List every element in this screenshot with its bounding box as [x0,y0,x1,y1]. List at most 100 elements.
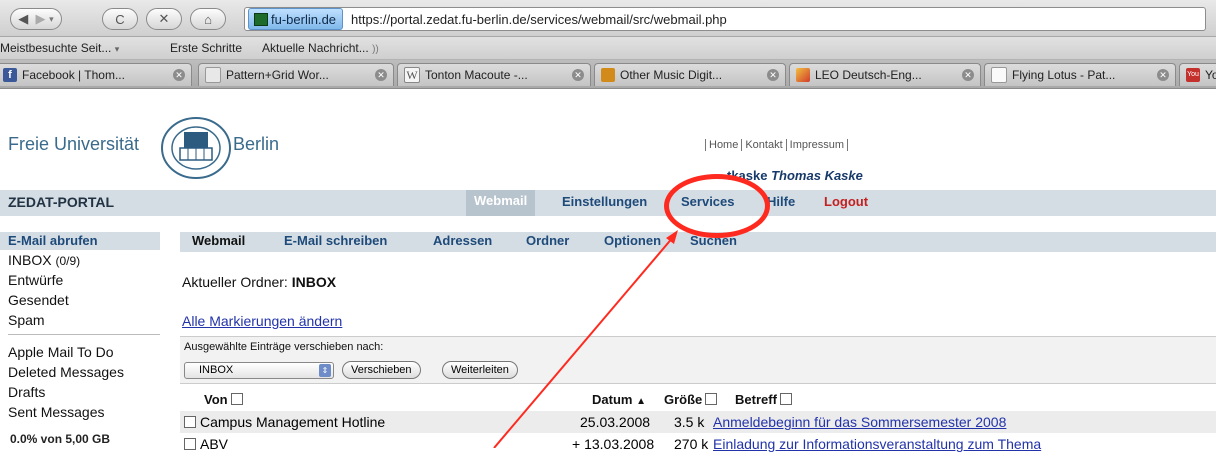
tab-leo[interactable]: LEO Deutsch-Eng... ✕ [789,63,981,86]
subtab-webmail[interactable]: Webmail [192,233,245,248]
rss-icon: )) [372,44,379,55]
subtab-folders[interactable]: Ordner [526,233,569,248]
close-tab-icon[interactable]: ✕ [375,69,387,81]
sort-checkbox-icon[interactable] [705,393,718,405]
home-icon: ⌂ [204,11,212,27]
message-subject-link[interactable]: Einladung zur Informationsveranstaltung … [713,436,1041,452]
stop-button[interactable]: ✕ [146,8,182,30]
address-bar[interactable]: fu-berlin.de https://portal.zedat.fu-ber… [244,7,1206,31]
university-name-left: Freie Universität [8,134,140,154]
column-date[interactable]: Datum ▲ [592,392,646,407]
bookmark-getting-started[interactable]: Erste Schritte [170,41,242,55]
sort-checkbox-icon[interactable] [230,393,243,405]
subtab-compose[interactable]: E-Mail schreiben [284,233,387,248]
message-from: ABV [200,436,229,452]
move-target-select[interactable]: INBOX ⇕ [184,362,334,379]
column-subject[interactable]: Betreff [735,392,792,407]
reload-button[interactable]: C [102,8,138,30]
leo-favicon-icon [796,68,810,82]
tab-flying-lotus[interactable]: Flying Lotus - Pat... ✕ [984,63,1176,86]
reload-icon: C [115,11,125,27]
folder-sent-messages[interactable]: Sent Messages [8,404,105,420]
tab-other-music[interactable]: Other Music Digit... ✕ [594,63,786,86]
folder-inbox[interactable]: INBOX (0/9) [8,252,80,268]
folder-sent-de[interactable]: Gesendet [8,292,69,308]
close-tab-icon[interactable]: ✕ [572,69,584,81]
move-button[interactable]: Verschieben [342,361,421,379]
tab-label: Yo [1205,68,1216,82]
tab-pattern-grid[interactable]: Pattern+Grid Wor... ✕ [198,63,394,86]
sidebar-divider [8,334,160,335]
column-size[interactable]: Größe [664,392,718,407]
message-size: 270 k [674,436,709,452]
tab-label: Flying Lotus - Pat... [1012,68,1116,82]
tab-label: Pattern+Grid Wor... [226,68,329,82]
message-subject-link[interactable]: Anmeldebeginn für das Sommersemester 200… [713,414,1006,430]
current-folder: Aktueller Ordner: INBOX [182,274,337,290]
toggle-all-marks-link[interactable]: Alle Markierungen ändern [182,313,342,329]
user-line: tkaske Thomas Kaske [0,166,1216,186]
close-tab-icon[interactable]: ✕ [962,69,974,81]
link-impressum[interactable]: Impressum [785,139,849,151]
tab-youtube[interactable]: You Yo [1179,63,1216,86]
message-row[interactable]: Campus Management Hotline 25.03.2008 3.5… [180,411,1216,433]
folder-apple-mail-todo[interactable]: Apple Mail To Do [8,344,114,360]
bookmarks-bar: Meistbesuchte Seit... ▾ Erste Schritte A… [0,37,1216,60]
page-favicon-icon [205,67,221,83]
message-from: Campus Management Hotline [200,414,386,430]
folder-drafts-de[interactable]: Entwürfe [8,272,63,288]
sort-checkbox-icon[interactable] [779,393,792,405]
university-name-right: Berlin [233,134,280,154]
tab-label: Tonton Macoute -... [425,68,528,82]
tab-logout[interactable]: Logout [824,194,868,209]
message-list-header: Von Datum ▲ Größe Betreff [180,390,1216,410]
folder-spam[interactable]: Spam [8,312,45,328]
back-forward-buttons[interactable]: ◀ ▶ ▾ [10,8,62,30]
wikipedia-favicon-icon: W [404,67,420,83]
tab-facebook[interactable]: f Facebook | Thom... ✕ [0,63,192,86]
message-size: 3.5 k [674,414,705,430]
subtab-options[interactable]: Optionen [604,233,661,248]
message-date: + 13.03.2008 [572,436,655,452]
link-home[interactable]: Home [705,139,742,151]
home-button[interactable]: ⌂ [190,8,226,30]
move-messages-panel: Ausgewählte Einträge verschieben nach: I… [180,336,1216,384]
tab-tonton-macoute[interactable]: W Tonton Macoute -... ✕ [397,63,591,86]
close-tab-icon[interactable]: ✕ [767,69,779,81]
back-icon[interactable]: ◀ [18,11,28,27]
url-text[interactable]: https://portal.zedat.fu-berlin.de/servic… [351,12,727,27]
fetch-mail-link[interactable]: E-Mail abrufen [0,232,160,250]
sort-ascending-icon[interactable]: ▲ [636,396,646,407]
user-full-name: Thomas Kaske [771,168,863,183]
message-row[interactable]: ABV + 13.03.2008 270 k Einladung zur Inf… [180,433,1216,455]
browser-toolbar: ◀ ▶ ▾ C ✕ ⌂ fu-berlin.de https://portal.… [0,0,1216,37]
move-label: Ausgewählte Einträge verschieben nach: [184,341,384,353]
subtab-addresses[interactable]: Adressen [433,233,492,248]
site-favicon-icon [254,13,268,26]
forward-button[interactable]: Weiterleiten [442,361,518,379]
tab-webmail[interactable]: Webmail [466,190,536,216]
folder-drafts[interactable]: Drafts [8,384,45,400]
youtube-favicon-icon: You [1186,68,1200,82]
tab-einstellungen[interactable]: Einstellungen [562,194,647,209]
page-favicon-icon [991,67,1007,83]
message-date: 25.03.2008 [580,414,651,430]
portal-nav-bar: ZEDAT-PORTAL Webmail Einstellungen Servi… [0,190,1216,216]
forward-icon[interactable]: ▶ [36,11,46,27]
message-select-checkbox[interactable] [184,414,196,430]
link-kontakt[interactable]: Kontakt [741,139,786,151]
close-tab-icon[interactable]: ✕ [1157,69,1169,81]
tab-hilfe[interactable]: Hilfe [767,194,795,209]
message-select-checkbox[interactable] [184,436,196,452]
browser-tab-strip: f Facebook | Thom... ✕ Pattern+Grid Wor.… [0,60,1216,89]
select-arrows-icon: ⇕ [319,364,331,377]
top-links: Home Kontakt Impressum [705,139,849,151]
bookmark-news[interactable]: Aktuelle Nachricht... )) [262,41,379,55]
close-tab-icon[interactable]: ✕ [173,69,185,81]
site-badge-label: fu-berlin.de [271,11,337,27]
column-from[interactable]: Von [204,392,243,407]
folder-deleted-messages[interactable]: Deleted Messages [8,364,124,380]
bookmark-most-visited[interactable]: Meistbesuchte Seit... ▾ [0,41,119,55]
site-identity-badge[interactable]: fu-berlin.de [248,8,344,30]
portal-title: ZEDAT-PORTAL [8,194,115,210]
